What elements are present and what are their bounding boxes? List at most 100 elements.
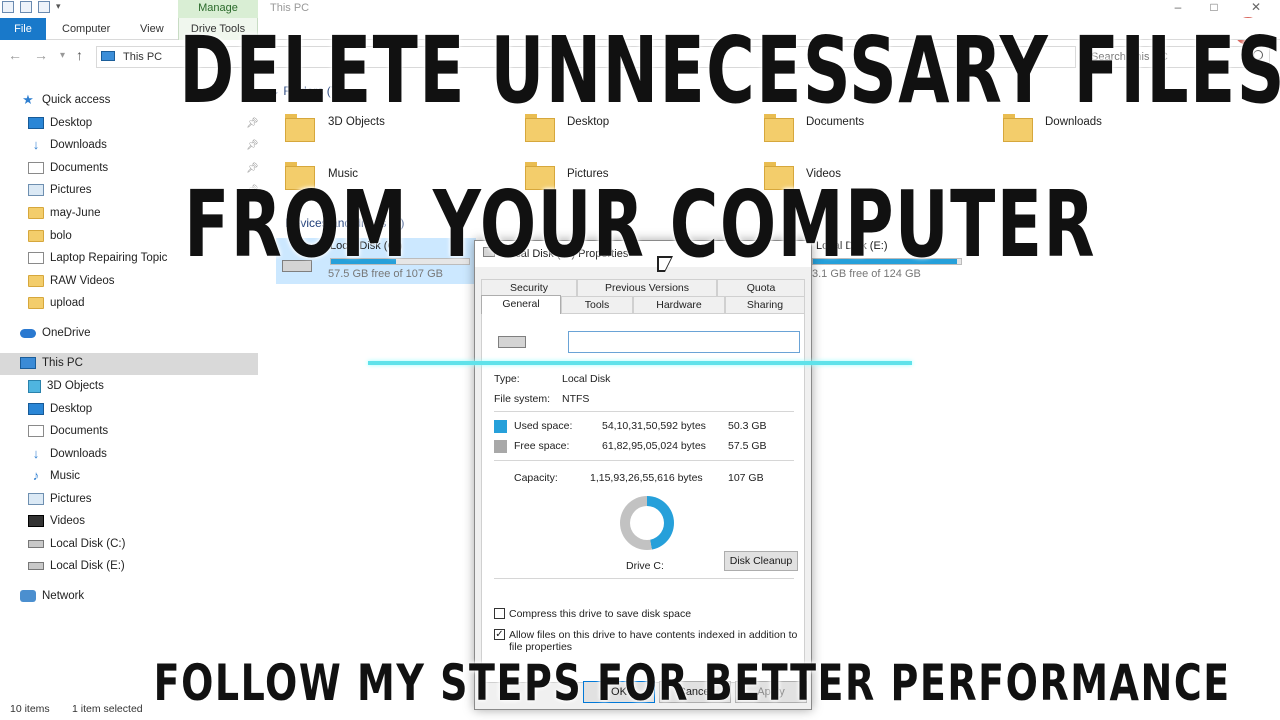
new-folder-icon[interactable] <box>38 1 50 13</box>
nav-pc-3d-objects[interactable]: 3D Objects <box>28 376 104 396</box>
used-space-bytes: 54,10,31,50,592 bytes <box>602 420 706 432</box>
nav-pc-desktop[interactable]: Desktop <box>28 399 92 419</box>
desktop-icon <box>28 117 44 129</box>
folder-icon <box>28 207 44 219</box>
pin-icon[interactable]: 📌︎ <box>246 140 259 151</box>
forward-arrow-icon[interactable]: → <box>34 47 48 63</box>
cloud-icon <box>20 328 36 338</box>
folder-icon <box>28 297 44 309</box>
divider <box>494 578 794 579</box>
tab-security[interactable]: Security <box>481 279 577 296</box>
general-tab-panel: Type: Local Disk File system: NTFS Used … <box>481 313 805 683</box>
up-arrow-icon[interactable]: ↑ <box>76 47 83 63</box>
pictures-icon <box>28 493 44 505</box>
free-space-swatch <box>494 440 507 453</box>
nav-pc-downloads[interactable]: ↓ Downloads <box>28 444 107 464</box>
document-icon <box>28 425 44 437</box>
divider <box>494 460 794 461</box>
network-icon <box>20 590 36 602</box>
headline-line-1: DELETE UNNECESSARY FILES <box>179 17 1280 124</box>
index-checkbox[interactable]: ✓ <box>494 629 505 640</box>
properties-icon[interactable] <box>20 1 32 13</box>
nav-pc-local-disk-c[interactable]: Local Disk (C:) <box>28 534 125 554</box>
nav-qa-upload[interactable]: upload <box>28 293 85 313</box>
this-pc-icon <box>20 357 36 369</box>
tab-computer[interactable]: Computer <box>62 18 110 40</box>
compress-checkbox[interactable] <box>494 608 505 619</box>
nav-pc-music[interactable]: ♪ Music <box>28 466 80 486</box>
nav-pc-local-disk-e[interactable]: Local Disk (E:) <box>28 556 125 576</box>
back-arrow-icon[interactable]: ← <box>8 47 22 63</box>
star-icon: ★ <box>22 92 34 107</box>
used-space-swatch <box>494 420 507 433</box>
free-space-label: Free space: <box>514 440 570 452</box>
nav-qa-raw-videos[interactable]: RAW Videos <box>28 271 115 291</box>
nav-pc-videos[interactable]: Videos <box>28 511 85 531</box>
folder-icon <box>28 275 44 287</box>
drive-icon <box>28 540 44 548</box>
chevron-down-icon[interactable]: ▾ <box>56 1 61 13</box>
nav-qa-laptop-repairing[interactable]: Laptop Repairing Topic <box>28 248 167 268</box>
nav-pc-documents[interactable]: Documents <box>28 421 108 441</box>
file-system-label: File system: <box>494 393 551 405</box>
capacity-gb: 107 GB <box>728 472 764 484</box>
type-value: Local Disk <box>562 373 611 385</box>
window-title: This PC <box>270 2 310 14</box>
desktop-icon <box>28 403 44 415</box>
tab-view[interactable]: View <box>140 18 164 40</box>
selection-count: 1 item selected <box>72 703 143 715</box>
address-path: This PC <box>123 51 163 63</box>
cube-icon <box>28 379 41 393</box>
document-icon <box>28 162 44 174</box>
tab-previous-versions[interactable]: Previous Versions <box>577 279 717 296</box>
capacity-bytes: 1,15,93,26,55,616 bytes <box>590 472 703 484</box>
nav-qa-downloads[interactable]: ↓ Downloads <box>28 135 107 155</box>
tab-hardware[interactable]: Hardware <box>633 296 725 313</box>
accent-underline <box>368 361 912 365</box>
pictures-icon <box>28 184 44 196</box>
nav-onedrive[interactable]: OneDrive <box>20 323 91 343</box>
minimize-button[interactable]: – <box>1168 0 1188 16</box>
divider <box>494 411 794 412</box>
nav-network[interactable]: Network <box>20 586 84 606</box>
tab-quota[interactable]: Quota <box>717 279 805 296</box>
drive-icon <box>498 336 526 348</box>
free-space-gb: 57.5 GB <box>728 440 767 452</box>
nav-quick-access[interactable]: ★ Quick access <box>20 90 110 110</box>
maximize-button[interactable]: □ <box>1204 0 1224 16</box>
drive-label-input[interactable] <box>568 331 800 353</box>
folder-icon <box>28 230 44 242</box>
used-space-gb: 50.3 GB <box>728 420 767 432</box>
nav-this-pc[interactable]: This PC <box>20 353 83 373</box>
close-button[interactable]: ✕ <box>1246 0 1266 16</box>
nav-qa-pictures[interactable]: Pictures <box>28 180 92 200</box>
nav-pc-pictures[interactable]: Pictures <box>28 489 92 509</box>
nav-qa-desktop[interactable]: Desktop <box>28 113 92 133</box>
pc-icon <box>2 1 14 13</box>
drive-icon <box>28 562 44 570</box>
type-label: Type: <box>494 373 520 385</box>
nav-qa-may-june[interactable]: may-June <box>28 203 101 223</box>
download-arrow-icon: ↓ <box>32 446 40 461</box>
tab-sharing[interactable]: Sharing <box>725 296 805 313</box>
disk-cleanup-button[interactable]: Disk Cleanup <box>724 551 798 571</box>
nav-qa-documents[interactable]: Documents <box>28 158 108 178</box>
tab-tools[interactable]: Tools <box>561 296 633 313</box>
download-arrow-icon: ↓ <box>32 137 40 152</box>
subheadline: FOLLOW MY STEPS FOR BETTER PERFORMANCE <box>153 654 1231 712</box>
compress-label: Compress this drive to save disk space <box>509 608 692 620</box>
recent-chevron-icon[interactable]: ▾ <box>60 50 65 61</box>
used-space-label: Used space: <box>514 420 573 432</box>
headline-line-2: FROM YOUR COMPUTER <box>184 171 1096 278</box>
tab-file[interactable]: File <box>0 18 46 40</box>
quick-access-toolbar: ▾ <box>2 1 61 13</box>
file-system-value: NTFS <box>562 393 590 405</box>
drive-caption: Drive C: <box>626 560 664 572</box>
nav-qa-bolo[interactable]: bolo <box>28 226 72 246</box>
item-count: 10 items <box>10 703 50 715</box>
this-pc-icon <box>101 51 115 61</box>
tab-general[interactable]: General <box>481 295 561 314</box>
disk-usage-pie <box>620 496 674 550</box>
capacity-label: Capacity: <box>514 472 558 484</box>
video-icon <box>28 515 44 527</box>
